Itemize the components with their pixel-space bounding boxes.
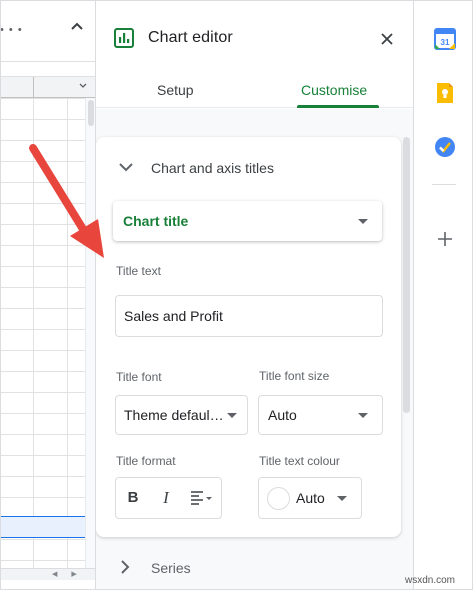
more-icon[interactable]: • • • xyxy=(0,24,23,36)
close-icon[interactable] xyxy=(379,31,395,47)
keep-icon[interactable] xyxy=(434,82,456,104)
title-format-label: Title format xyxy=(116,454,176,468)
sheet-toolbar: • • • xyxy=(0,0,95,62)
column-divider[interactable] xyxy=(33,77,34,99)
customise-scroll-area[interactable]: Chart and axis titles Chart title Title … xyxy=(96,109,413,590)
section-title[interactable]: Chart and axis titles xyxy=(151,160,274,176)
title-text-label: Title text xyxy=(116,264,161,278)
title-format-controls: B I xyxy=(115,477,222,519)
title-text-input[interactable]: Sales and Profit xyxy=(115,295,383,337)
colour-swatch xyxy=(267,487,290,510)
title-font-size-value: Auto xyxy=(268,407,297,423)
title-text-colour-dropdown[interactable]: Auto xyxy=(258,477,362,519)
panel-title: Chart editor xyxy=(148,29,233,46)
tab-customise[interactable]: Customise xyxy=(301,82,367,98)
svg-text:31: 31 xyxy=(441,38,450,47)
cell-grid[interactable] xyxy=(0,98,85,568)
dropdown-caret-icon xyxy=(227,413,237,418)
chart-icon xyxy=(114,28,134,48)
tasks-icon[interactable] xyxy=(434,136,456,158)
scroll-arrows-icon[interactable]: ◀ ▶ xyxy=(52,570,83,578)
dropdown-caret-icon xyxy=(337,496,347,501)
chart-editor-panel: Chart editor Setup Customise Chart and a… xyxy=(95,0,413,590)
title-font-dropdown[interactable]: Theme defaul… xyxy=(115,395,248,435)
active-tab-indicator xyxy=(297,105,379,108)
chevron-down-icon[interactable] xyxy=(118,159,134,175)
title-font-label: Title font xyxy=(116,370,162,384)
selected-row[interactable] xyxy=(0,516,85,538)
chart-axis-titles-section: Chart and axis titles Chart title Title … xyxy=(96,137,401,537)
series-section-title: Series xyxy=(151,560,191,576)
spreadsheet-area: • • • ◀ ▶ xyxy=(0,0,95,590)
side-panel-divider xyxy=(432,184,456,185)
title-type-value: Chart title xyxy=(123,213,189,229)
bold-button[interactable]: B xyxy=(116,478,150,518)
sheet-vertical-scrollbar[interactable] xyxy=(85,98,95,568)
align-dropdown-button[interactable] xyxy=(184,478,220,518)
title-font-value: Theme defaul… xyxy=(124,407,224,423)
scrollbar-thumb[interactable] xyxy=(88,100,94,126)
column-menu-icon[interactable] xyxy=(78,81,88,91)
chevron-right-icon xyxy=(121,560,130,574)
panel-header: Chart editor xyxy=(96,0,413,68)
tab-setup[interactable]: Setup xyxy=(157,82,194,98)
column-header-row xyxy=(0,76,95,99)
title-text-colour-label: Title text colour xyxy=(259,454,340,468)
side-panel-apps: 31 xyxy=(413,0,473,590)
title-text-colour-value: Auto xyxy=(296,490,325,506)
title-type-dropdown[interactable]: Chart title xyxy=(113,201,382,241)
series-section[interactable]: Series xyxy=(96,546,401,590)
title-font-size-dropdown[interactable]: Auto xyxy=(258,395,383,435)
italic-button[interactable]: I xyxy=(149,478,183,518)
sheet-horizontal-scrollbar[interactable]: ◀ ▶ xyxy=(0,568,95,580)
panel-scrollbar[interactable] xyxy=(403,137,410,413)
calendar-icon[interactable]: 31 xyxy=(434,28,456,50)
title-font-size-label: Title font size xyxy=(259,369,330,383)
align-left-icon xyxy=(191,491,212,505)
watermark: wsxdn.com xyxy=(405,575,456,586)
clipped-previous-section xyxy=(120,101,230,115)
add-icon[interactable] xyxy=(434,228,456,250)
dropdown-caret-icon xyxy=(358,219,368,224)
chevron-up-icon[interactable] xyxy=(68,18,86,36)
dropdown-caret-icon xyxy=(358,413,368,418)
